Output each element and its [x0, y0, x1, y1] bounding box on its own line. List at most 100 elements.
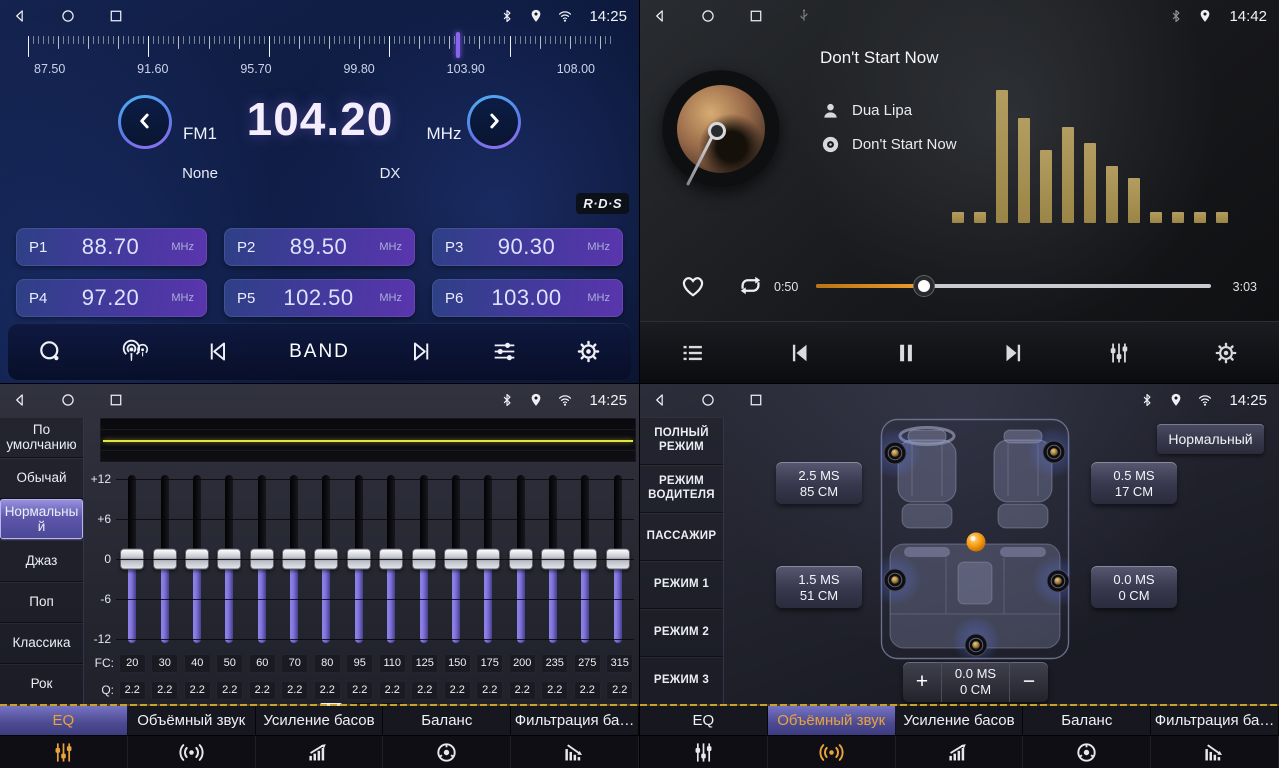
progress-knob[interactable]: [914, 276, 934, 296]
q-value[interactable]: 2.2: [411, 681, 438, 700]
broadcast-button[interactable]: [121, 338, 148, 365]
stage-mode-item-4[interactable]: РЕЖИМ 1: [640, 561, 723, 609]
preset-button-p2[interactable]: P289.50MHz: [224, 228, 415, 266]
stage-mode-item-1[interactable]: ПОЛНЫЙ РЕЖИМ: [640, 417, 723, 465]
tune-up-button[interactable]: [467, 95, 521, 149]
eq-preset-item-6[interactable]: Классика: [0, 623, 83, 664]
q-value[interactable]: 2.2: [444, 681, 471, 700]
band-switch-button[interactable]: BAND: [289, 341, 350, 363]
eq-tab-2[interactable]: Объёмный звук: [128, 706, 256, 735]
eq-preset-item-5[interactable]: Поп: [0, 582, 83, 623]
preset-button-p1[interactable]: P188.70MHz: [16, 228, 207, 266]
nav-home-icon[interactable]: [700, 8, 716, 24]
stage-tab-icon-3[interactable]: [896, 736, 1024, 768]
eq-tab-icon-1[interactable]: [0, 736, 128, 768]
q-value[interactable]: 2.2: [606, 681, 633, 700]
nav-back-icon[interactable]: [652, 392, 668, 408]
preset-button-p4[interactable]: P497.20MHz: [16, 279, 207, 317]
nav-recents-icon[interactable]: [108, 8, 124, 24]
nav-home-icon[interactable]: [60, 392, 76, 408]
stage-mode-item-3[interactable]: ПАССАЖИР: [640, 513, 723, 561]
fc-value[interactable]: 60: [249, 654, 276, 673]
q-value[interactable]: 2.2: [216, 681, 243, 700]
front-left-delay-button[interactable]: 2.5 MS 85 CM: [776, 462, 862, 504]
fc-value[interactable]: 150: [444, 654, 471, 673]
nav-recents-icon[interactable]: [748, 8, 764, 24]
frequency-dial[interactable]: 87.5091.6095.7099.80103.90108.00: [0, 32, 639, 84]
stage-tab-icon-4[interactable]: [1023, 736, 1151, 768]
eq-preset-item-7[interactable]: Рок: [0, 664, 83, 705]
progress-bar[interactable]: [816, 284, 1211, 288]
delay-decrease-button[interactable]: −: [1010, 662, 1048, 702]
fc-value[interactable]: 70: [281, 654, 308, 673]
eq-preset-item-2[interactable]: Обычай: [0, 458, 83, 499]
fc-value[interactable]: 315: [606, 654, 633, 673]
playlist-button[interactable]: [680, 340, 706, 366]
q-value[interactable]: 2.2: [379, 681, 406, 700]
fc-value[interactable]: 235: [541, 654, 568, 673]
stage-tab-5[interactable]: Фильтрация ба…: [1151, 706, 1279, 735]
stage-mode-item-2[interactable]: РЕЖИМ ВОДИТЕЛЯ: [640, 465, 723, 513]
nav-back-icon[interactable]: [652, 8, 668, 24]
eq-tab-3[interactable]: Усиление басов: [256, 706, 384, 735]
q-value[interactable]: 2.2: [184, 681, 211, 700]
q-value[interactable]: 2.2: [574, 681, 601, 700]
equalizer-button[interactable]: [491, 338, 518, 365]
seek-previous-button[interactable]: [205, 338, 232, 365]
front-right-delay-button[interactable]: 0.5 MS 17 CM: [1091, 462, 1177, 504]
nav-home-icon[interactable]: [700, 392, 716, 408]
stage-tab-icon-1[interactable]: [640, 736, 768, 768]
preset-button-p6[interactable]: P6103.00MHz: [432, 279, 623, 317]
settings-button[interactable]: [575, 338, 602, 365]
q-value[interactable]: 2.2: [509, 681, 536, 700]
fc-value[interactable]: 110: [379, 654, 406, 673]
fc-value[interactable]: 30: [151, 654, 178, 673]
fc-value[interactable]: 200: [509, 654, 536, 673]
repeat-button[interactable]: [736, 271, 765, 300]
q-value[interactable]: 2.2: [476, 681, 503, 700]
eq-tab-icon-2[interactable]: [128, 736, 256, 768]
stage-tab-1[interactable]: EQ: [640, 706, 768, 735]
fc-value[interactable]: 50: [216, 654, 243, 673]
stage-tab-icon-2[interactable]: [768, 736, 896, 768]
q-value[interactable]: 2.2: [119, 681, 146, 700]
nav-recents-icon[interactable]: [748, 392, 764, 408]
eq-preset-item-1[interactable]: По умолчанию: [0, 417, 83, 458]
stage-tab-3[interactable]: Усиление басов: [896, 706, 1024, 735]
fc-value[interactable]: 80: [314, 654, 341, 673]
fc-value[interactable]: 40: [184, 654, 211, 673]
rear-right-delay-button[interactable]: 0.0 MS 0 CM: [1091, 566, 1177, 608]
eq-tab-icon-4[interactable]: [383, 736, 511, 768]
fc-value[interactable]: 95: [346, 654, 373, 673]
stage-tab-2[interactable]: Объёмный звук: [768, 706, 896, 735]
stage-mode-item-5[interactable]: РЕЖИМ 2: [640, 609, 723, 657]
eq-preset-item-4[interactable]: Джаз: [0, 540, 83, 581]
delay-increase-button[interactable]: +: [903, 662, 941, 702]
settings-button[interactable]: [1213, 340, 1239, 366]
preset-button-p3[interactable]: P390.30MHz: [432, 228, 623, 266]
eq-tab-4[interactable]: Баланс: [383, 706, 511, 735]
previous-track-button[interactable]: [787, 340, 813, 366]
stage-tab-icon-5[interactable]: [1151, 736, 1279, 768]
eq-preset-item-3[interactable]: Нормальный: [0, 499, 83, 540]
q-value[interactable]: 2.2: [249, 681, 276, 700]
q-value[interactable]: 2.2: [314, 681, 341, 700]
eq-tab-icon-5[interactable]: [511, 736, 639, 768]
stage-preset-badge[interactable]: Нормальный: [1157, 424, 1264, 454]
nav-recents-icon[interactable]: [108, 392, 124, 408]
fc-value[interactable]: 275: [574, 654, 601, 673]
seek-next-button[interactable]: [407, 338, 434, 365]
stage-tab-4[interactable]: Баланс: [1023, 706, 1151, 735]
eq-tab-1[interactable]: EQ: [0, 706, 128, 735]
nav-home-icon[interactable]: [60, 8, 76, 24]
scan-button[interactable]: [37, 338, 64, 365]
nav-back-icon[interactable]: [12, 392, 28, 408]
fc-value[interactable]: 20: [119, 654, 146, 673]
eq-tab-icon-3[interactable]: [256, 736, 384, 768]
fc-value[interactable]: 175: [476, 654, 503, 673]
q-value[interactable]: 2.2: [541, 681, 568, 700]
pause-button[interactable]: [893, 340, 919, 366]
rear-left-delay-button[interactable]: 1.5 MS 51 CM: [776, 566, 862, 608]
q-value[interactable]: 2.2: [346, 681, 373, 700]
q-value[interactable]: 2.2: [151, 681, 178, 700]
